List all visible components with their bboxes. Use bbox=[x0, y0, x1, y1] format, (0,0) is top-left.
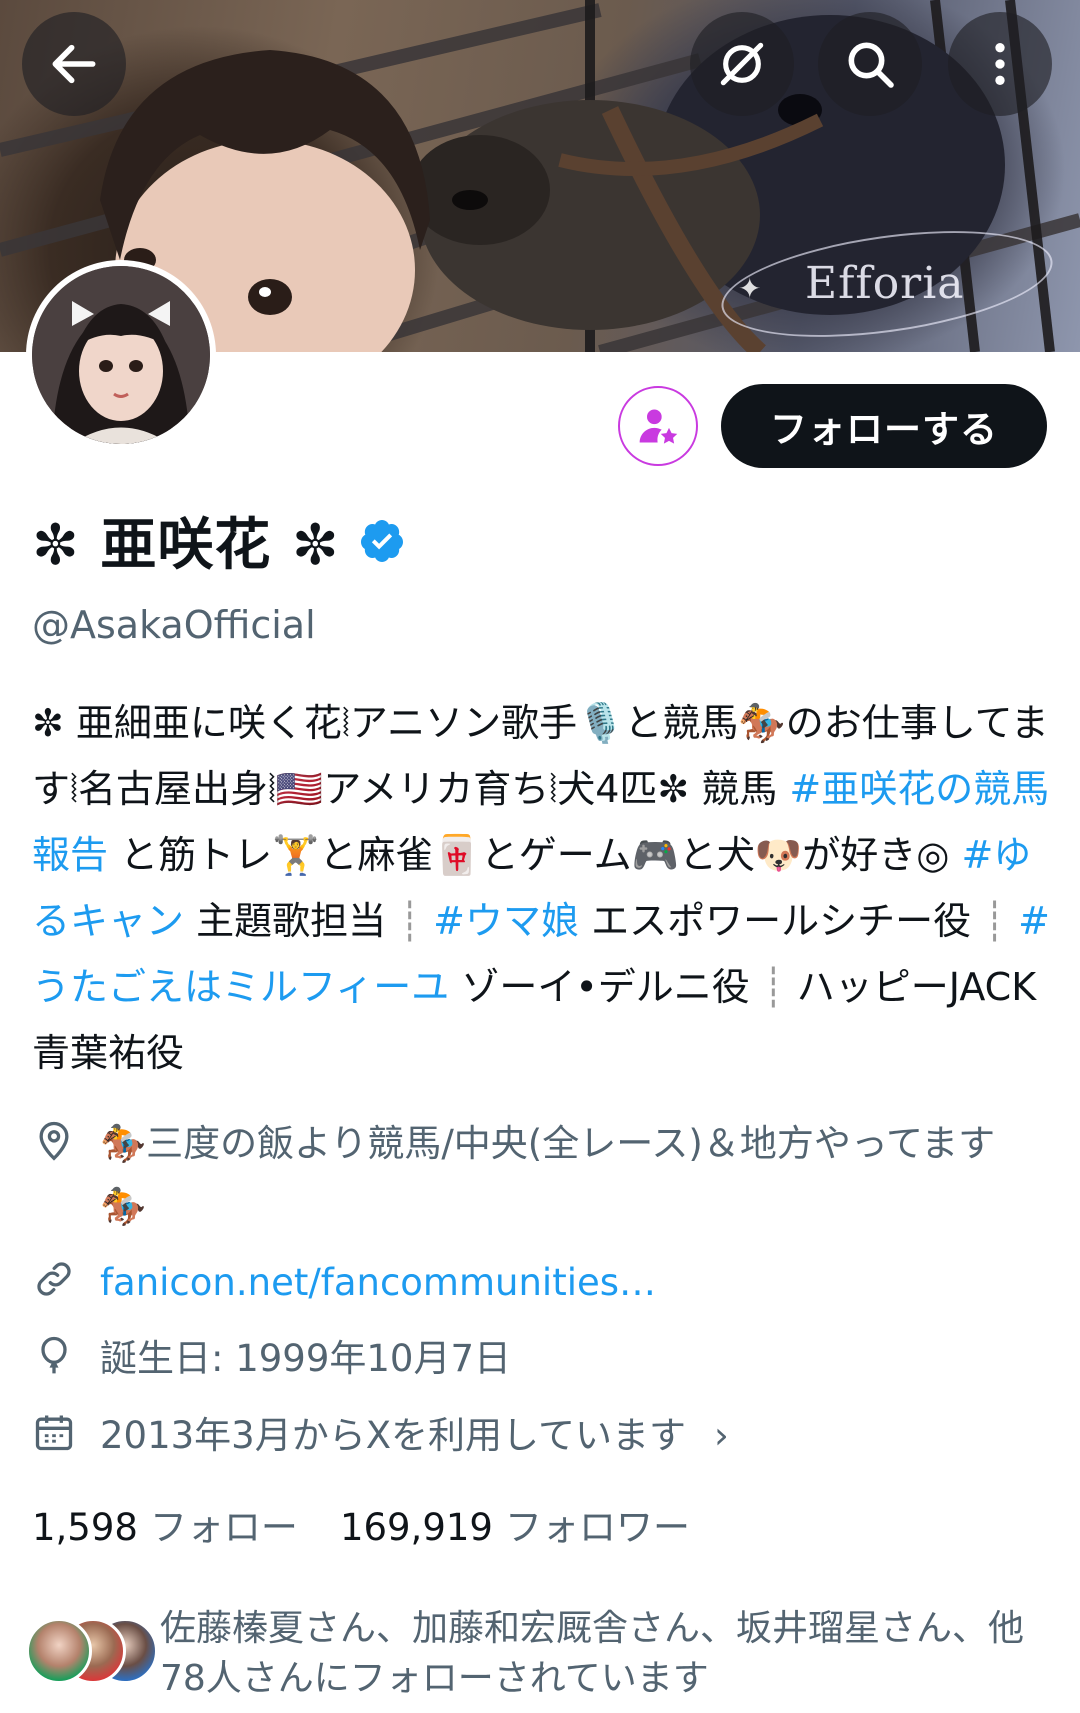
bio-text: エスポワールシチー役 bbox=[579, 899, 984, 943]
followers-link[interactable]: 169,919 フォロワー bbox=[340, 1497, 690, 1551]
followed-by-avatars[interactable] bbox=[26, 1618, 158, 1688]
watermark-star-icon: ✦ bbox=[738, 272, 762, 305]
username-handle: @AsakaOfficial bbox=[32, 603, 316, 647]
joined-row[interactable]: 2013年3月からXを利用しています › bbox=[32, 1404, 729, 1467]
avatar bbox=[26, 1618, 92, 1684]
search-button[interactable] bbox=[818, 12, 922, 116]
birthday-text: 誕生日: 1999年10月7日 bbox=[100, 1337, 512, 1380]
more-vertical-icon bbox=[995, 43, 1005, 85]
followers-label: フォロワー bbox=[504, 1506, 690, 1549]
profile-bio: ✼ 亜細亜に咲く花⦚アニソン歌手🎙️と競馬🏇のお仕事してます⦚名古屋出身⦚🇺🇸ア… bbox=[32, 690, 1052, 1086]
notify-favorite-button[interactable] bbox=[618, 386, 698, 466]
display-name: ✼ 亜咲花 ✼ bbox=[32, 513, 340, 578]
hashtag-link[interactable]: #ウマ娘 bbox=[421, 899, 579, 943]
location-pin-icon bbox=[39, 1121, 69, 1161]
joined-text: 2013年3月からXを利用しています bbox=[100, 1414, 686, 1457]
following-count: 1,598 bbox=[32, 1506, 138, 1549]
website-row: fanicon.net/fancommunities… bbox=[32, 1251, 1020, 1314]
followers-count: 169,919 bbox=[339, 1506, 493, 1549]
verified-badge-icon[interactable] bbox=[358, 517, 406, 565]
bio-separator: ┊ bbox=[761, 965, 785, 1009]
balloon-icon bbox=[41, 1336, 67, 1374]
location-row: 🏇三度の飯より競馬/中央(全レース)＆地方やってます🏇 bbox=[32, 1112, 1020, 1238]
link-icon bbox=[37, 1262, 71, 1296]
name-row: ✼ 亜咲花 ✼ bbox=[32, 500, 406, 581]
calendar-icon bbox=[35, 1415, 73, 1451]
location-text: 🏇三度の飯より競馬/中央(全レース)＆地方やってます🏇 bbox=[100, 1122, 996, 1228]
followed-by-text[interactable]: 佐藤榛夏さん、加藤和宏厩舎さん、坂井瑠星さん、他78人さんにフォローされています bbox=[160, 1604, 1060, 1704]
following-link[interactable]: 1,598 フォロー bbox=[32, 1497, 298, 1551]
bio-text: 主題歌担当 bbox=[184, 899, 399, 943]
back-arrow-icon bbox=[52, 44, 96, 84]
grok-button[interactable] bbox=[690, 12, 794, 116]
birthday-row: 誕生日: 1999年10月7日 bbox=[32, 1327, 1020, 1390]
bio-text: ゾーイ•デルニ役 bbox=[449, 965, 762, 1009]
following-label: フォロー bbox=[149, 1506, 298, 1549]
follow-button[interactable]: フォローする bbox=[721, 384, 1047, 468]
chevron-right-icon[interactable]: › bbox=[714, 1404, 729, 1467]
website-link[interactable]: fanicon.net/fancommunities… bbox=[100, 1251, 1020, 1314]
grok-icon bbox=[720, 42, 764, 86]
avatar-photo bbox=[32, 266, 210, 444]
profile-avatar[interactable] bbox=[26, 260, 216, 450]
banner-watermark: Efforia bbox=[805, 258, 965, 309]
more-button[interactable] bbox=[948, 12, 1052, 116]
bio-text: と筋トレ🏋️と麻雀🀄️とゲーム🎮と犬🐶が好き◎ bbox=[108, 833, 962, 877]
avatar bbox=[32, 266, 210, 444]
follow-stats: 1,598 フォロー 169,919 フォロワー bbox=[32, 1497, 690, 1551]
search-icon bbox=[848, 42, 894, 88]
bio-separator: ┊ bbox=[983, 899, 1007, 943]
favorite-user-icon bbox=[639, 409, 678, 444]
back-button[interactable] bbox=[22, 12, 126, 116]
bio-separator: ┊ bbox=[398, 899, 422, 943]
